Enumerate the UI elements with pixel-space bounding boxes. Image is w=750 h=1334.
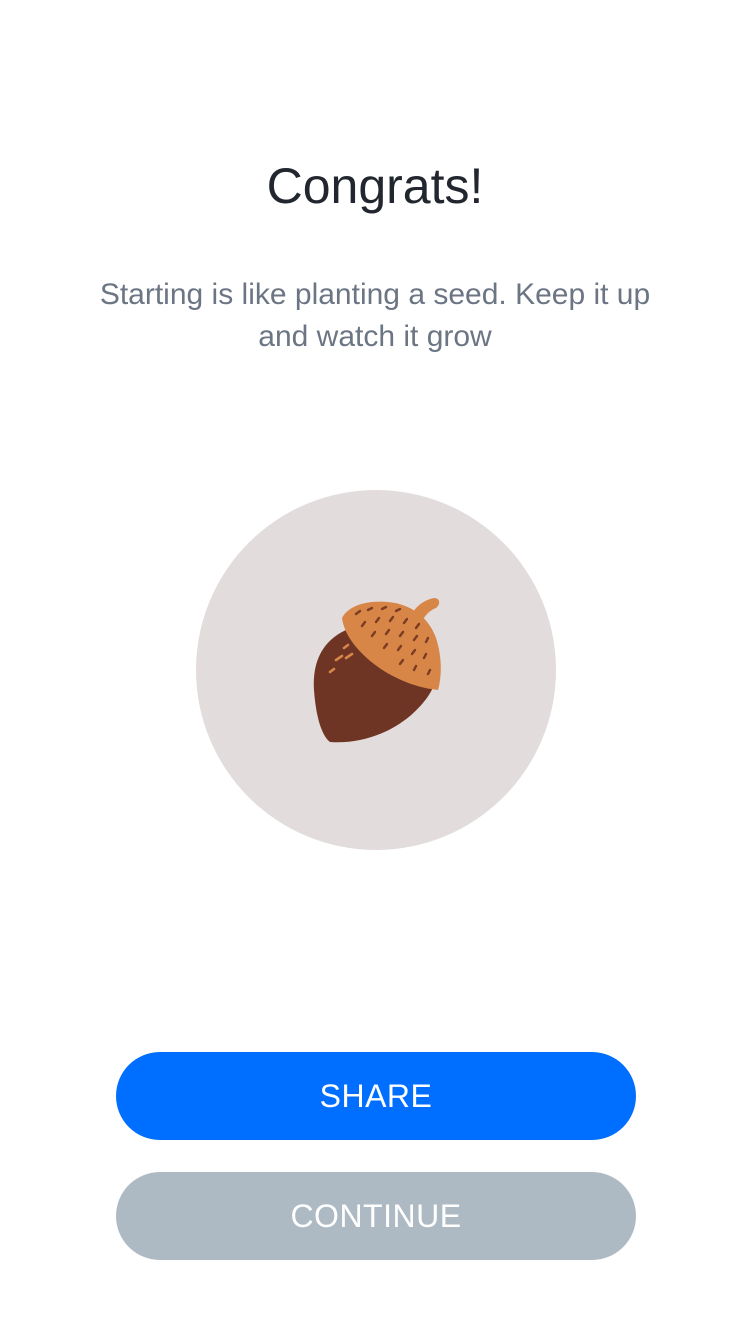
acorn-illustration [196, 490, 556, 850]
page-title: Congrats! [266, 158, 484, 214]
continue-button[interactable]: CONTINUE [116, 1172, 636, 1260]
page-subtitle: Starting is like planting a seed. Keep i… [99, 278, 651, 353]
acorn-icon [313, 598, 441, 743]
share-button[interactable]: SHARE [116, 1052, 636, 1140]
